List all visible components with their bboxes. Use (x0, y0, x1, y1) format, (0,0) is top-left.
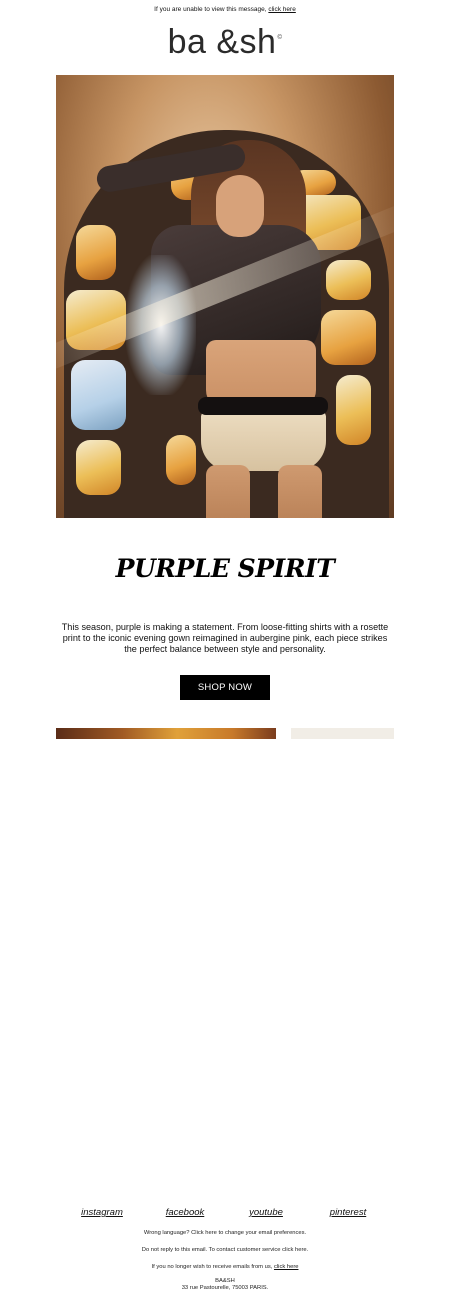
model-face (216, 175, 264, 237)
campaign-body-copy: This season, purple is making a statemen… (61, 622, 389, 654)
hero-image[interactable] (56, 75, 394, 518)
facebook-link[interactable]: facebook (166, 1207, 205, 1218)
registered-mark: © (277, 35, 283, 41)
unsubscribe-note: If you no longer wish to receive emails … (0, 1264, 450, 1271)
instagram-link[interactable]: instagram (81, 1207, 123, 1218)
company-name: BA&SH (215, 1278, 235, 1284)
brand-logo[interactable]: ba &sh© (0, 22, 450, 62)
product-image-left[interactable] (56, 728, 276, 739)
social-links: instagram facebook youtube pinterest (56, 1207, 394, 1221)
view-in-browser-link[interactable]: click here (268, 6, 295, 13)
model-shorts (201, 411, 326, 471)
unsubscribe-link[interactable]: click here (274, 1264, 298, 1270)
company-address: 33 rue Pastourelle, 75003 PARIS. (181, 1285, 269, 1291)
logo-text: ba &sh (167, 23, 277, 61)
product-image-right[interactable] (291, 728, 394, 739)
model-belt (198, 397, 328, 415)
pinterest-link[interactable]: pinterest (330, 1207, 366, 1218)
youtube-link[interactable]: youtube (249, 1207, 283, 1218)
no-reply-note[interactable]: Do not reply to this email. To contact c… (0, 1247, 450, 1254)
preheader-text: If you are unable to view this message, (154, 6, 267, 13)
language-preferences-note[interactable]: Wrong language? Click here to change you… (0, 1230, 450, 1237)
preheader: If you are unable to view this message, … (0, 6, 450, 13)
campaign-headline: PURPLE SPIRIT (115, 554, 335, 583)
shop-now-button[interactable]: SHOP NOW (180, 675, 270, 700)
unsubscribe-text: If you no longer wish to receive emails … (151, 1264, 273, 1270)
